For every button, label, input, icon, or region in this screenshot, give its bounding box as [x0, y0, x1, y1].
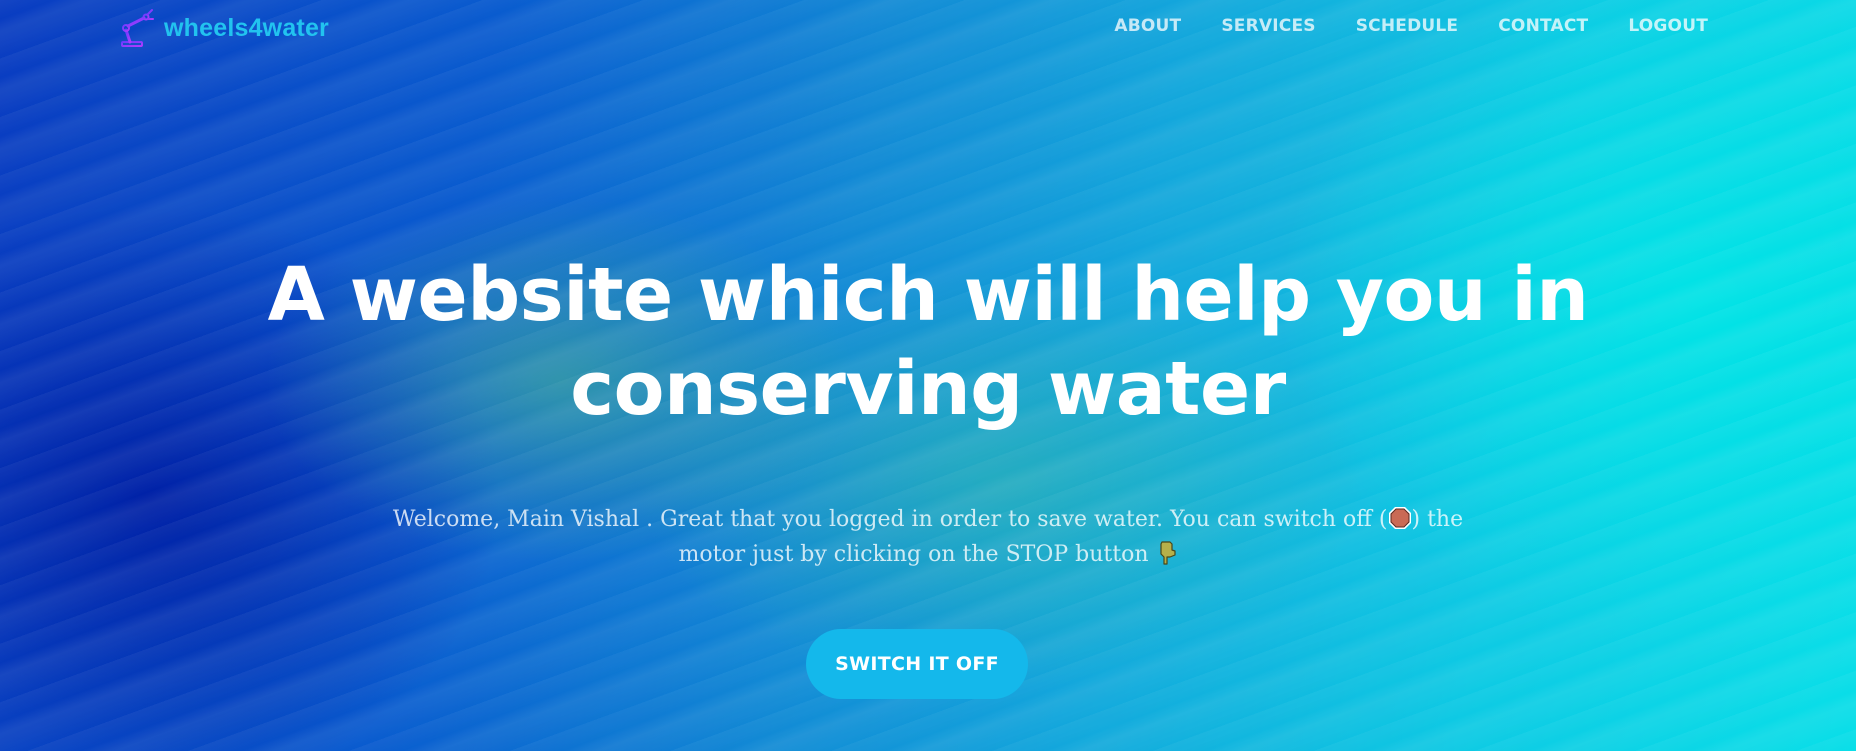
nav-menu: ABOUT SERVICES SCHEDULE CONTACT LOGOUT [1114, 16, 1708, 36]
brand-name: wheels4water [164, 13, 329, 42]
nav-contact[interactable]: CONTACT [1498, 16, 1588, 36]
navbar: wheels4water ABOUT SERVICES SCHEDULE CON… [0, 0, 1856, 56]
nav-services[interactable]: SERVICES [1221, 16, 1315, 36]
hero-subtitle: Welcome, Main Vishal . Great that you lo… [370, 502, 1486, 572]
hero-subtitle-part-1: Welcome, Main Vishal . Great that you lo… [392, 507, 1388, 532]
hero-title-line-1: A website which will help you in [267, 252, 1589, 338]
hand-pointing-down-icon [1156, 540, 1178, 566]
switch-off-button[interactable]: SWITCH IT OFF [806, 629, 1028, 699]
nav-about[interactable]: ABOUT [1114, 16, 1181, 36]
nav-schedule[interactable]: SCHEDULE [1356, 16, 1459, 36]
hero-title: A website which will help you in conserv… [0, 248, 1856, 436]
brand-link[interactable]: wheels4water [116, 8, 329, 48]
hero-title-line-2: conserving water [570, 346, 1286, 432]
nav-logout[interactable]: LOGOUT [1628, 16, 1708, 36]
stop-sign-icon [1388, 506, 1412, 530]
robot-arm-icon [116, 6, 160, 50]
